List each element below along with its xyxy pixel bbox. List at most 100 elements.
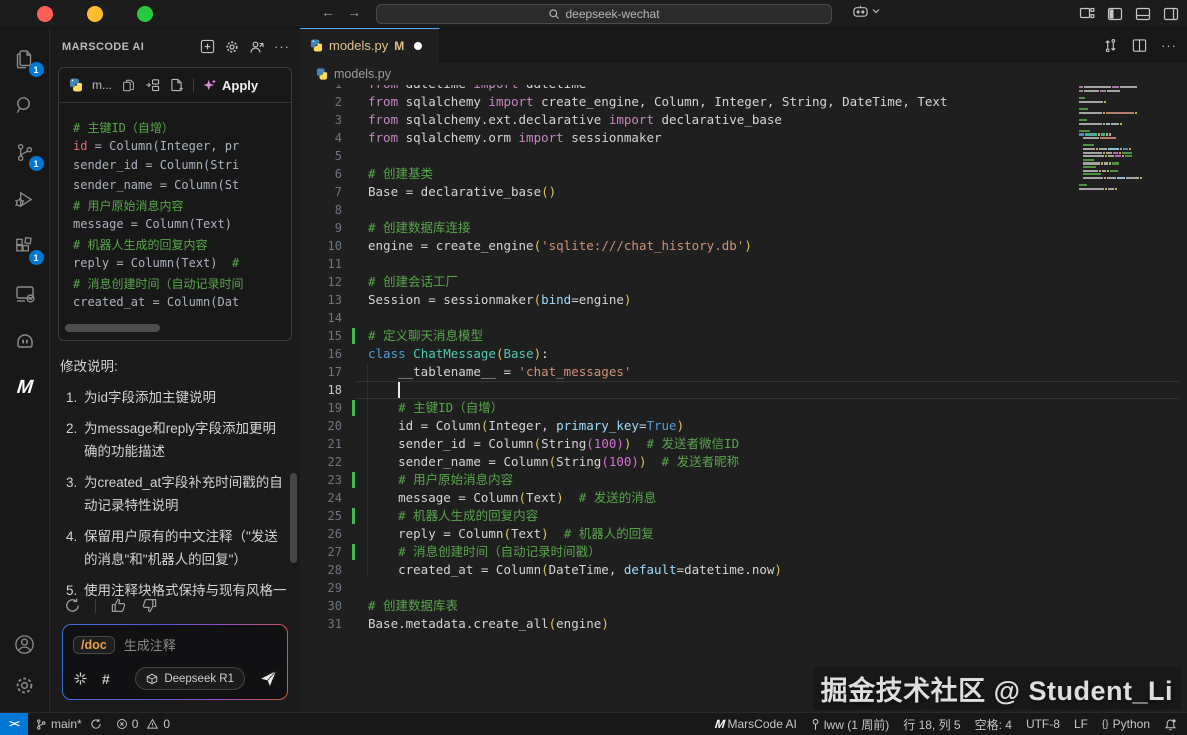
model-selector[interactable]: Deepseek R1 xyxy=(135,667,245,690)
thumbs-down-icon[interactable] xyxy=(141,597,158,614)
indentation-status[interactable]: 空格: 4 xyxy=(968,713,1019,735)
customize-layout-icon[interactable] xyxy=(1078,5,1095,22)
card-code-line: message = Column(Text) xyxy=(73,217,291,237)
marscode-ai-status[interactable]: M MarsCode AI xyxy=(708,713,804,735)
code-line-6[interactable]: 6# 创建基类 xyxy=(300,165,1187,183)
apply-button[interactable]: Apply xyxy=(203,78,258,93)
code-line-18[interactable]: 18 xyxy=(300,381,1187,399)
minimap[interactable] xyxy=(1079,85,1171,191)
command-center-search[interactable]: deepseek-wechat xyxy=(376,4,832,24)
sidebar-item-ai-chat[interactable] xyxy=(9,324,41,357)
code-line-26[interactable]: 26 reply = Column(Text) # 机器人的回复 xyxy=(300,525,1187,543)
forward-icon[interactable]: → xyxy=(344,4,364,20)
more-actions-icon[interactable]: ··· xyxy=(1161,38,1177,53)
toggle-primary-sidebar-icon[interactable] xyxy=(1106,5,1123,22)
code-line-13[interactable]: 13Session = sessionmaker(bind=engine) xyxy=(300,291,1187,309)
insert-code-icon[interactable] xyxy=(145,78,160,93)
sidebar-item-run-debug[interactable] xyxy=(9,183,41,216)
code-line-25[interactable]: 25 # 机器人生成的回复内容 xyxy=(300,507,1187,525)
toggle-panel-icon[interactable] xyxy=(1134,5,1151,22)
code-line-27[interactable]: 27 # 消息创建时间（自动记录时间戳） xyxy=(300,543,1187,561)
back-icon[interactable]: ← xyxy=(318,4,338,20)
code-line-15[interactable]: 15# 定义聊天消息模型 xyxy=(300,327,1187,345)
code-line-21[interactable]: 21 sender_id = Column(String(100)) # 发送者… xyxy=(300,435,1187,453)
sidebar-item-source-control[interactable]: 1 xyxy=(9,136,41,169)
code-line-30[interactable]: 30# 创建数据库表 xyxy=(300,597,1187,615)
code-line-16[interactable]: 16class ChatMessage(Base): xyxy=(300,345,1187,363)
sidebar-item-marscode[interactable]: M xyxy=(9,371,41,404)
code-line-31[interactable]: 31Base.metadata.create_all(engine) xyxy=(300,615,1187,633)
new-file-icon[interactable] xyxy=(169,78,184,93)
regenerate-icon[interactable] xyxy=(64,597,81,614)
code-line-8[interactable]: 8 xyxy=(300,201,1187,219)
git-blame-status[interactable]: lww (1 周前) xyxy=(804,713,896,735)
account-share-icon[interactable] xyxy=(249,39,265,55)
code-line-11[interactable]: 11 xyxy=(300,255,1187,273)
sidebar-item-explorer[interactable]: 1 xyxy=(9,42,41,75)
card-code-line: # 主键ID（自增） xyxy=(73,119,291,139)
code-line-9[interactable]: 9# 创建数据库连接 xyxy=(300,219,1187,237)
code-line-5[interactable]: 5 xyxy=(300,147,1187,165)
copy-icon[interactable] xyxy=(121,78,136,93)
code-line-2[interactable]: 2from sqlalchemy import create_engine, C… xyxy=(300,93,1187,111)
copilot-menu[interactable] xyxy=(852,4,880,18)
git-branch-status[interactable]: main* xyxy=(28,713,109,735)
code-line-14[interactable]: 14 xyxy=(300,309,1187,327)
close-window-button[interactable] xyxy=(37,6,53,22)
notifications-bell[interactable] xyxy=(1157,713,1187,735)
settings-icon[interactable] xyxy=(224,39,240,55)
toggle-secondary-sidebar-icon[interactable] xyxy=(1162,5,1179,22)
breadcrumb[interactable]: models.py xyxy=(300,62,1187,85)
code-line-10[interactable]: 10engine = create_engine('sqlite:///chat… xyxy=(300,237,1187,255)
code-line-4[interactable]: 4from sqlalchemy.orm import sessionmaker xyxy=(300,129,1187,147)
python-file-icon xyxy=(69,78,83,92)
code-line-29[interactable]: 29 xyxy=(300,579,1187,597)
code-line-28[interactable]: 28 created_at = Column(DateTime, default… xyxy=(300,561,1187,579)
line-number: 25 xyxy=(300,507,342,525)
chat-input[interactable]: /doc 生成注释 # Deepseek R1 xyxy=(63,625,287,699)
code-line-22[interactable]: 22 sender_name = Column(String(100)) # 发… xyxy=(300,453,1187,471)
new-chat-icon[interactable] xyxy=(199,39,215,55)
problems-status[interactable]: 0 0 xyxy=(109,713,177,735)
skills-icon[interactable] xyxy=(73,671,88,686)
split-editor-icon[interactable] xyxy=(1132,38,1147,53)
sidebar-scrollbar[interactable] xyxy=(290,473,297,563)
code-line-12[interactable]: 12# 创建会话工厂 xyxy=(300,273,1187,291)
doc-command-chip[interactable]: /doc xyxy=(73,636,115,654)
line-number: 13 xyxy=(300,291,342,309)
line-number: 17 xyxy=(300,363,342,381)
sidebar-item-extensions[interactable]: 1 xyxy=(9,230,41,263)
unsaved-dot-icon[interactable] xyxy=(414,42,422,50)
eol-status[interactable]: LF xyxy=(1067,713,1095,735)
code-line-1[interactable]: 1from datetime import datetime xyxy=(300,85,1187,93)
code-line-17[interactable]: 17 __tablename__ = 'chat_messages' xyxy=(300,363,1187,381)
sidebar-item-remote-explorer[interactable] xyxy=(9,277,41,310)
card-code-line: # 用户原始消息内容 xyxy=(73,197,291,217)
tab-models-py[interactable]: models.py M xyxy=(300,28,440,62)
accounts-button[interactable] xyxy=(9,628,41,661)
more-actions-icon[interactable]: ··· xyxy=(274,39,290,55)
encoding-status[interactable]: UTF-8 xyxy=(1019,713,1067,735)
code-line-24[interactable]: 24 message = Column(Text) # 发送的消息 xyxy=(300,489,1187,507)
send-icon[interactable] xyxy=(259,670,277,688)
python-file-icon xyxy=(310,39,323,52)
settings-gear-button[interactable] xyxy=(9,669,41,702)
code-viewport[interactable]: 1from datetime import datetime2from sqla… xyxy=(300,85,1187,712)
language-mode-status[interactable]: {} Python xyxy=(1095,713,1157,735)
code-line-23[interactable]: 23 # 用户原始消息内容 xyxy=(300,471,1187,489)
remote-indicator[interactable]: >< xyxy=(0,713,28,735)
line-number: 18 xyxy=(300,381,342,399)
maximize-window-button[interactable] xyxy=(137,6,153,22)
line-number: 16 xyxy=(300,345,342,363)
code-line-3[interactable]: 3from sqlalchemy.ext.declarative import … xyxy=(300,111,1187,129)
context-hash-icon[interactable]: # xyxy=(102,671,110,687)
thumbs-up-icon[interactable] xyxy=(110,597,127,614)
minimize-window-button[interactable] xyxy=(87,6,103,22)
compare-changes-icon[interactable] xyxy=(1103,38,1118,53)
sidebar-item-search[interactable] xyxy=(9,89,41,122)
cursor-position-status[interactable]: 行 18, 列 5 xyxy=(896,713,967,735)
code-line-19[interactable]: 19 # 主键ID（自增） xyxy=(300,399,1187,417)
card-horizontal-scrollbar[interactable] xyxy=(65,324,285,332)
code-line-20[interactable]: 20 id = Column(Integer, primary_key=True… xyxy=(300,417,1187,435)
code-line-7[interactable]: 7Base = declarative_base() xyxy=(300,183,1187,201)
